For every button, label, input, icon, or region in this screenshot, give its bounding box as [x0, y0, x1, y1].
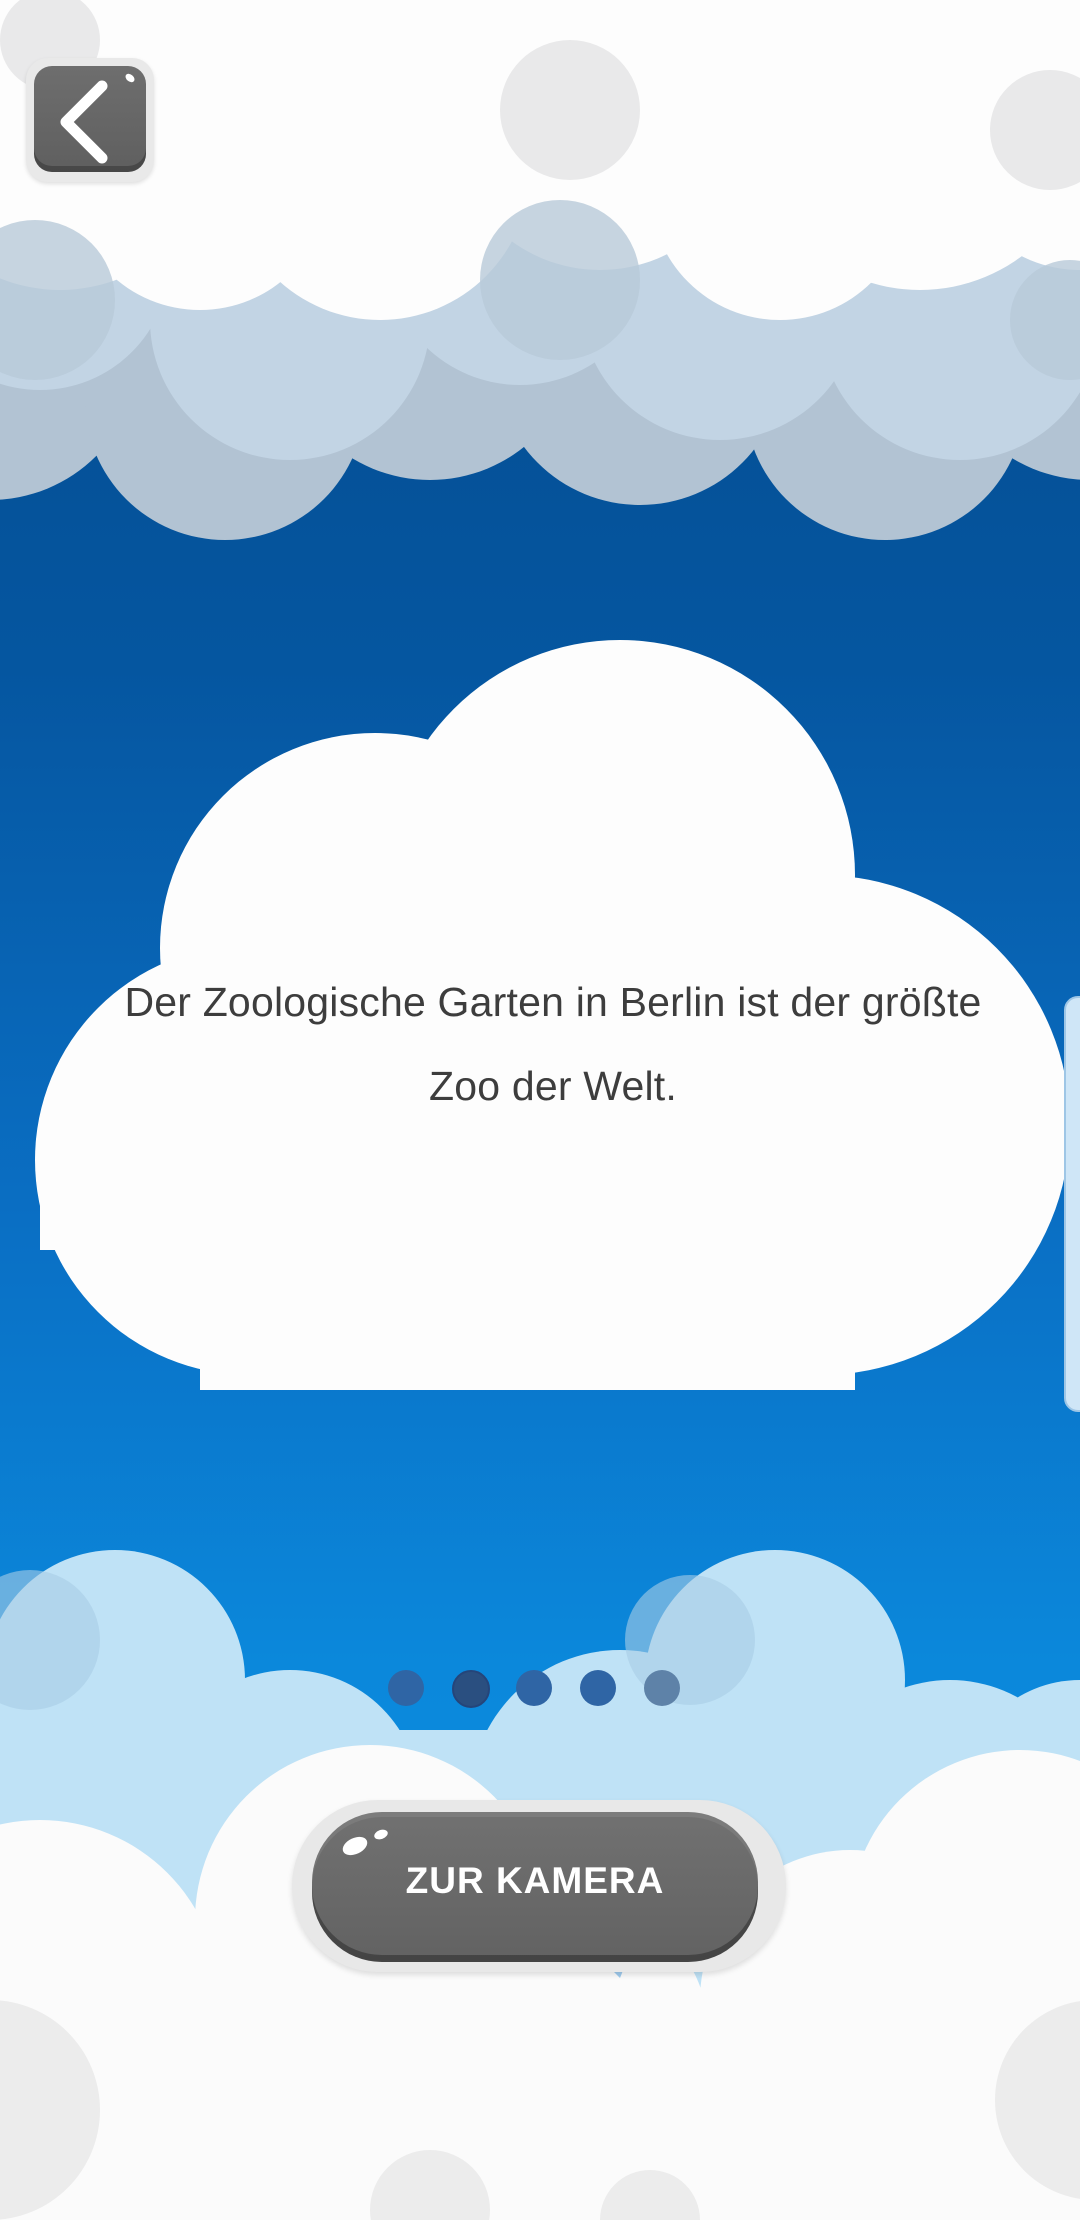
page-dot-2-active[interactable] — [452, 1670, 490, 1708]
button-gloss-small — [372, 1827, 390, 1842]
page-dot-4[interactable] — [580, 1670, 616, 1706]
page-dot-5[interactable] — [644, 1670, 680, 1706]
next-card-peek[interactable] — [1064, 996, 1080, 1412]
chevron-left-icon — [60, 73, 135, 164]
fact-text: Der Zoologische Garten in Berlin ist der… — [124, 979, 982, 1109]
button-gloss — [339, 1833, 371, 1859]
camera-button-label: ZUR KAMERA — [405, 1860, 665, 1901]
page-dot-3[interactable] — [516, 1670, 552, 1706]
screen: Der Zoologische Garten in Berlin ist der… — [0, 0, 1080, 2220]
back-button[interactable] — [26, 58, 154, 182]
page-dot-1[interactable] — [388, 1670, 424, 1706]
page-indicator — [388, 1670, 688, 1710]
camera-button-frame: ZUR KAMERA — [292, 1800, 786, 1972]
camera-button[interactable]: ZUR KAMERA — [312, 1812, 758, 1962]
